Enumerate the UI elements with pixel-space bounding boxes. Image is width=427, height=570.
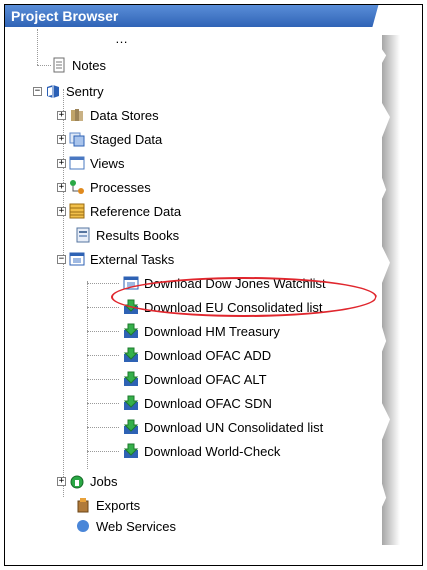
results-book-icon bbox=[76, 227, 90, 243]
expand-toggle-icon[interactable]: + bbox=[57, 206, 66, 216]
tree-item-label: Exports bbox=[96, 497, 141, 513]
tree-item-exports[interactable]: Exports bbox=[75, 495, 140, 515]
project-book-icon bbox=[47, 85, 59, 98]
tree-line bbox=[87, 427, 119, 428]
panel-title: Project Browser bbox=[5, 5, 390, 27]
tree-line bbox=[87, 281, 88, 469]
download-icon bbox=[123, 443, 139, 458]
staged-data-icon bbox=[69, 132, 85, 147]
web-services-icon bbox=[77, 520, 89, 532]
expand-toggle-icon[interactable]: + bbox=[57, 134, 66, 144]
tree-line bbox=[87, 379, 119, 380]
tree-item-label: Web Services bbox=[96, 519, 176, 533]
collapse-toggle-icon[interactable]: − bbox=[33, 86, 42, 96]
tree-item-label: Processes bbox=[90, 179, 151, 195]
collapse-toggle-icon[interactable]: − bbox=[57, 254, 66, 264]
tree-item-label: Data Stores bbox=[90, 107, 159, 123]
tree-item-jobs[interactable]: + Jobs bbox=[57, 471, 117, 491]
tree-item-sentry[interactable]: − Sentry bbox=[33, 81, 104, 101]
tree-item-reference-data[interactable]: + Reference Data bbox=[57, 201, 181, 221]
tree-item-staged-data[interactable]: + Staged Data bbox=[57, 129, 162, 149]
tree-item-label: Notes bbox=[72, 57, 106, 73]
tree-item-results-books[interactable]: Results Books bbox=[75, 225, 179, 245]
tree-item-views[interactable]: + Views bbox=[57, 153, 124, 173]
tree-line bbox=[37, 65, 51, 66]
screenshot-frame: Project Browser … Notes − Sentry + Data … bbox=[4, 4, 423, 566]
tree-line bbox=[63, 89, 64, 497]
tree-line bbox=[87, 403, 119, 404]
tree-item-label: Download OFAC SDN bbox=[144, 395, 272, 411]
tree-item-label: Views bbox=[90, 155, 125, 171]
exports-icon bbox=[77, 498, 89, 513]
tree-item-task-hm-treasury[interactable]: Download HM Treasury bbox=[123, 321, 280, 341]
jobs-icon bbox=[70, 475, 84, 489]
data-store-icon bbox=[71, 109, 83, 121]
tree-item-label: Staged Data bbox=[90, 131, 163, 147]
tree-line bbox=[87, 283, 119, 284]
tree-line bbox=[37, 29, 38, 65]
reference-data-icon bbox=[69, 203, 85, 219]
tree-item-task-un[interactable]: Download UN Consolidated list bbox=[123, 417, 323, 437]
tree-line bbox=[87, 307, 119, 308]
external-tasks-icon bbox=[69, 252, 85, 266]
tree-item-web-services[interactable]: Web Services bbox=[75, 519, 176, 533]
tree-item-label: Download UN Consolidated list bbox=[144, 419, 324, 435]
tree-item-task-world-check[interactable]: Download World-Check bbox=[123, 441, 280, 461]
tree-item-task-ofac-alt[interactable]: Download OFAC ALT bbox=[123, 369, 267, 389]
download-icon bbox=[123, 371, 139, 386]
tree-item-label: Jobs bbox=[90, 473, 118, 489]
expand-toggle-icon[interactable]: + bbox=[57, 110, 66, 120]
tree-item-label: Reference Data bbox=[90, 203, 182, 219]
download-icon bbox=[123, 347, 139, 362]
views-icon bbox=[69, 156, 85, 170]
project-browser-panel: Project Browser … Notes − Sentry + Data … bbox=[5, 5, 390, 560]
highlight-ellipse bbox=[111, 277, 377, 317]
tree-item-label: Sentry bbox=[66, 83, 104, 99]
tree-item-task-ofac-sdn[interactable]: Download OFAC SDN bbox=[123, 393, 272, 413]
tree-line bbox=[87, 331, 119, 332]
expand-toggle-icon[interactable]: + bbox=[57, 182, 66, 192]
download-icon bbox=[123, 419, 139, 434]
tree-item-processes[interactable]: + Processes bbox=[57, 177, 151, 197]
tree-item-notes[interactable]: Notes bbox=[51, 55, 106, 75]
tree-item-label: Download HM Treasury bbox=[144, 323, 280, 339]
tree-item-data-stores[interactable]: + Data Stores bbox=[57, 105, 159, 125]
tree-line bbox=[87, 355, 119, 356]
tree-item-label: Download World-Check bbox=[144, 443, 281, 459]
tree-item-label: Download OFAC ADD bbox=[144, 347, 272, 363]
notes-icon bbox=[53, 57, 65, 73]
tree-line bbox=[87, 451, 119, 452]
download-icon bbox=[123, 395, 139, 410]
tree-item-task-ofac-add[interactable]: Download OFAC ADD bbox=[123, 345, 271, 365]
project-tree: … Notes − Sentry + Data Stores + Staged … bbox=[5, 29, 390, 559]
tree-item-label: Results Books bbox=[96, 227, 180, 243]
tree-item-external-tasks[interactable]: − External Tasks bbox=[57, 249, 174, 269]
processes-icon bbox=[70, 180, 84, 194]
expand-toggle-icon[interactable]: + bbox=[57, 476, 66, 486]
truncated-item: … bbox=[115, 33, 128, 43]
expand-toggle-icon[interactable]: + bbox=[57, 158, 66, 168]
tree-item-label: External Tasks bbox=[90, 251, 175, 267]
download-icon bbox=[123, 323, 139, 338]
tree-item-label: Download OFAC ALT bbox=[144, 371, 267, 387]
